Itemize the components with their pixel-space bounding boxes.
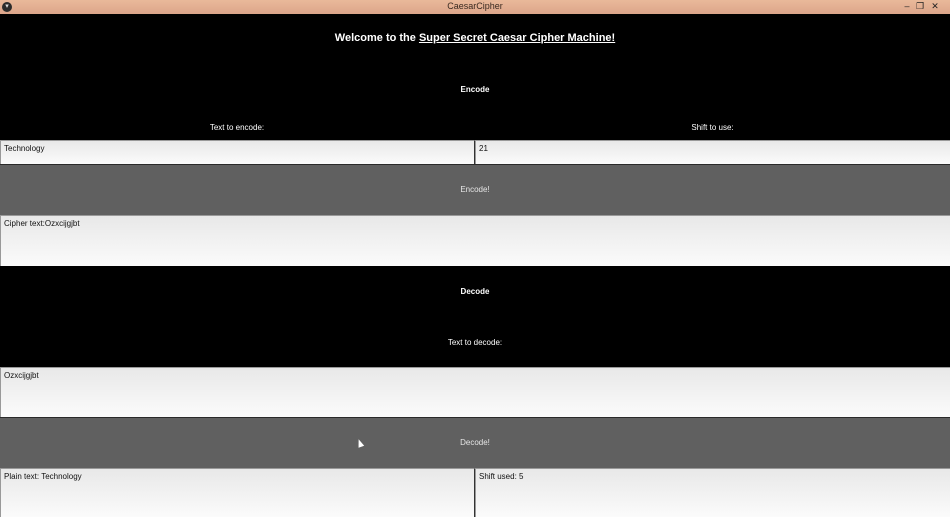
welcome-heading: Welcome to the Super Secret Caesar Ciphe… — [0, 32, 950, 44]
text-to-decode-label: Text to decode: — [447, 338, 503, 347]
encode-text-input[interactable]: Technology — [0, 140, 475, 164]
shift-to-use-label: Shift to use: — [691, 123, 734, 132]
cipher-text-output: Cipher text:Ozxcijgjbt — [0, 215, 950, 266]
plain-text-output: Plain text: Technology — [0, 468, 475, 517]
welcome-prefix: Welcome to the — [334, 32, 419, 44]
encode-heading: Encode — [460, 85, 490, 94]
minimize-icon[interactable]: – — [900, 0, 914, 14]
welcome-emphasis: Super Secret Caesar Cipher Machine! — [418, 32, 616, 44]
shift-input[interactable]: 21 — [475, 140, 950, 164]
maximize-icon[interactable]: ❐ — [913, 0, 927, 14]
decode-text-input[interactable]: Ozxcijgjbt — [0, 367, 950, 417]
close-icon[interactable]: ✕ — [928, 0, 942, 14]
text-to-encode-label: Text to encode: — [209, 123, 265, 132]
decode-button[interactable]: Decode! — [0, 417, 950, 468]
shift-used-output: Shift used: 5 — [475, 468, 950, 517]
decode-heading: Decode — [460, 287, 490, 296]
window-title: CaesarCipher — [447, 1, 503, 11]
encode-button[interactable]: Encode! — [0, 164, 950, 215]
title-bar: ▾ CaesarCipher – ❐ ✕ — [0, 0, 950, 14]
